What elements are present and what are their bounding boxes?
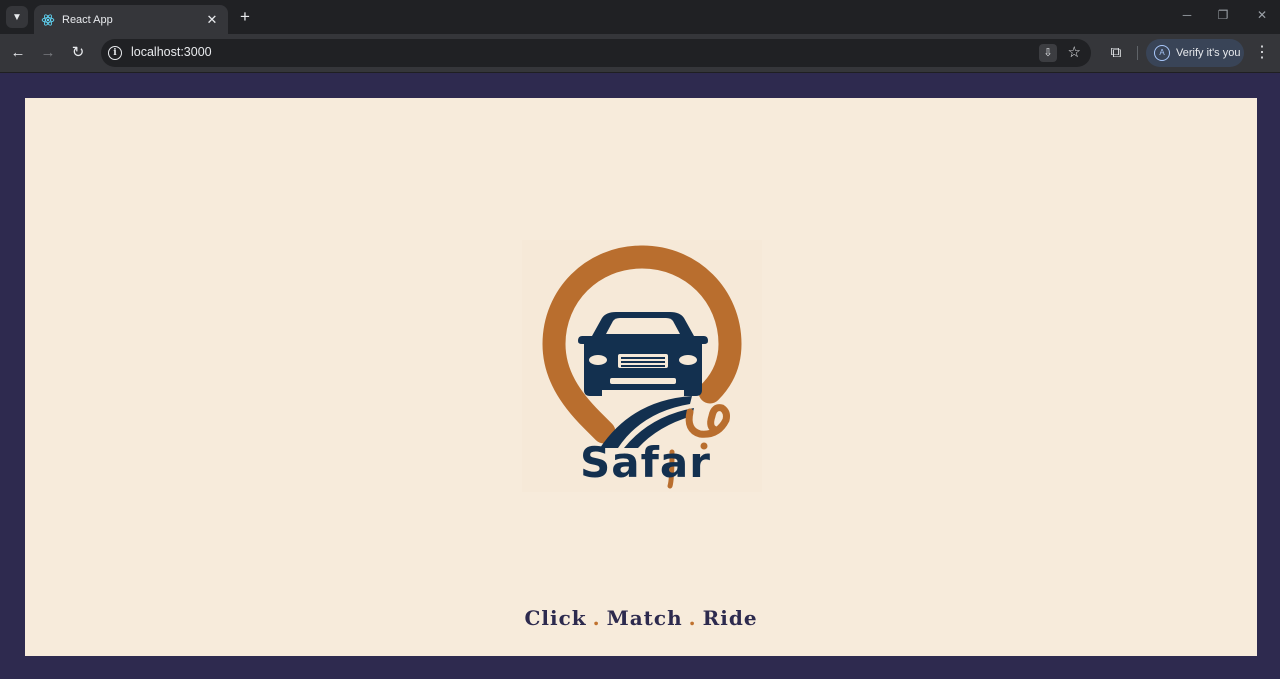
browser-toolbar: ← → ↻ i localhost:3000 ⇩ ☆ ⧉ A Verify it… [0, 34, 1280, 73]
safar-logo: Safar [522, 240, 762, 492]
close-tab-icon[interactable]: ✕ [204, 12, 220, 28]
close-window-icon[interactable]: ✕ [1253, 8, 1271, 22]
tab-react-app[interactable]: React App ✕ [34, 5, 228, 34]
profile-label: Verify it's you [1176, 47, 1241, 59]
page-content: Safar Click. Match. Ride [25, 98, 1257, 656]
tab-search-button[interactable]: ▼ [6, 6, 28, 28]
tagline-word-ride: Ride [702, 606, 758, 630]
back-arrow-icon[interactable]: ← [8, 43, 28, 63]
restore-icon[interactable]: ❐ [1214, 8, 1232, 22]
tagline-word-click: Click [524, 606, 587, 630]
react-favicon-icon [40, 12, 56, 28]
tagline-separator: . [592, 606, 601, 630]
forward-arrow-icon[interactable]: → [38, 43, 58, 63]
minimize-icon[interactable]: ─ [1178, 8, 1196, 22]
toolbar-divider [1137, 46, 1138, 60]
more-menu-icon[interactable]: ⋮ [1254, 43, 1270, 63]
tab-strip: ▼ React App ✕ + ─ ❐ ✕ [0, 0, 1280, 34]
reload-icon[interactable]: ↻ [68, 43, 88, 63]
tagline-word-match: Match [606, 606, 683, 630]
extensions-puzzle-icon[interactable]: ⧉ [1106, 43, 1126, 63]
logo-wordmark: Safar [580, 438, 711, 487]
tagline-separator: . [688, 606, 697, 630]
avatar-icon: A [1154, 45, 1170, 61]
new-tab-button[interactable]: + [236, 8, 254, 26]
install-app-icon[interactable]: ⇩ [1039, 44, 1057, 62]
bookmark-star-icon[interactable]: ☆ [1068, 43, 1081, 63]
url-text[interactable]: localhost:3000 [131, 45, 212, 59]
tab-title: React App [62, 13, 113, 26]
chevron-down-icon: ▼ [12, 11, 22, 23]
address-bar[interactable]: i localhost:3000 ⇩ ☆ [101, 39, 1091, 67]
site-info-icon[interactable]: i [108, 46, 122, 60]
profile-button[interactable]: A Verify it's you [1146, 39, 1244, 67]
tagline: Click. Match. Ride [25, 606, 1257, 630]
